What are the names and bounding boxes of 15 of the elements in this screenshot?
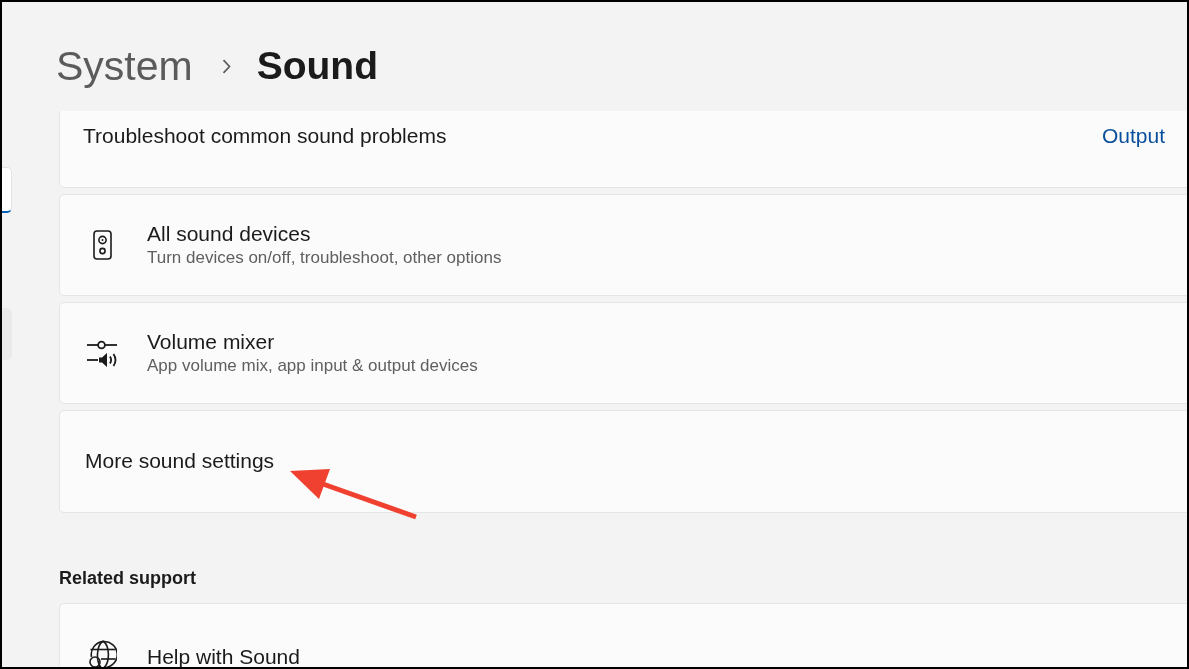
settings-row[interactable]: More sound settings: [59, 410, 1187, 513]
chevron-icon: [221, 59, 231, 74]
row-title: More sound settings: [85, 448, 275, 473]
row-subtitle: App volume mix, app input & output devices: [147, 354, 478, 376]
page-title: Sound: [256, 43, 378, 89]
breadcrumb-link[interactable]: System: [56, 41, 193, 91]
row-subtitle: Turn devices on/off, troubleshoot, other options: [147, 246, 502, 268]
settings-row[interactable]: Volume mixer App volume mix, app input & output devices: [59, 302, 1187, 404]
globe-search-icon: [87, 640, 117, 667]
speaker-icon: [92, 230, 112, 260]
row-title: Volume mixer: [147, 328, 276, 354]
row-title: All sound devices: [147, 220, 312, 246]
section-heading: Related support: [59, 567, 196, 589]
settings-row[interactable]: All sound devices Turn devices on/off, troubleshoot, other options: [59, 194, 1187, 296]
volume-mixer-icon: [87, 339, 117, 367]
